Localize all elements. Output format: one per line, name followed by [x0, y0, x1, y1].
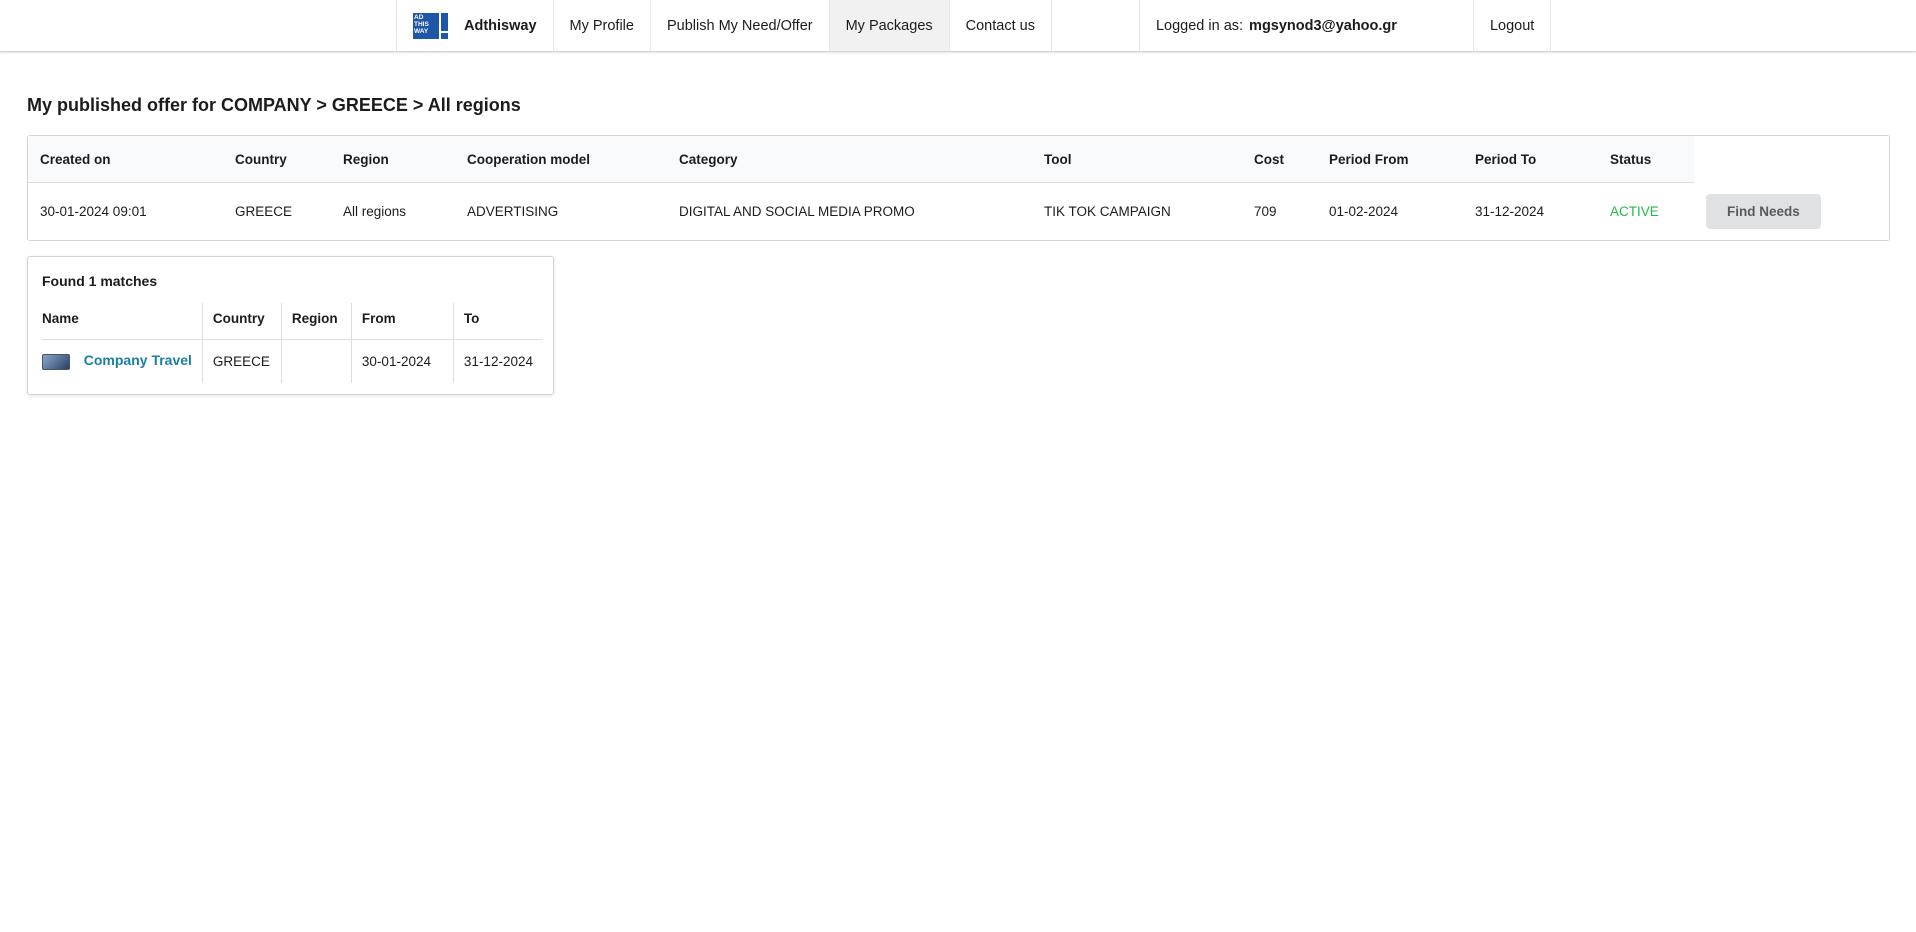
col-cost: Cost [1242, 136, 1317, 183]
cell-cost: 709 [1254, 204, 1277, 219]
match-col-country: Country [201, 303, 282, 340]
offer-table: Created on Country Region Cooperation mo… [28, 136, 1833, 240]
match-cell-from: 30-01-2024 [350, 339, 454, 383]
menu-spacer [1050, 0, 1139, 51]
col-tool: Tool [1032, 136, 1242, 183]
matches-card: Found 1 matches Name Country Region From… [27, 256, 554, 395]
logo-square: AD THIS WAY [413, 12, 439, 39]
cell-action: Find Needs [1694, 183, 1833, 241]
offer-table-container: Created on Country Region Cooperation mo… [27, 135, 1890, 241]
col-created-on: Created on [28, 136, 223, 183]
page-title: My published offer for COMPANY > GREECE … [27, 95, 521, 115]
logged-in-email: mgsynod3@yahoo.gr [1249, 17, 1397, 34]
match-cell-name: Company Travel [42, 339, 202, 383]
col-category: Category [667, 136, 1032, 183]
cell-cooperation-model: ADVERTISING [467, 204, 559, 219]
match-col-from: From [350, 303, 454, 340]
adthisway-logo-icon: AD THIS WAY [413, 12, 449, 39]
col-country: Country [223, 136, 331, 183]
cell-category: DIGITAL AND SOCIAL MEDIA PROMO [679, 204, 915, 219]
logo-dot [441, 32, 448, 39]
cell-created-on: 30-01-2024 09:01 [40, 204, 147, 219]
brand-name: Adthisway [464, 17, 537, 34]
offer-table-row: 30-01-2024 09:01 GREECE All regions ADVE… [28, 183, 1833, 241]
match-cell-country: GREECE [201, 339, 282, 383]
col-period-from: Period From [1317, 136, 1463, 183]
find-needs-button[interactable]: Find Needs [1706, 193, 1821, 229]
nav-publish-need-offer[interactable]: Publish My Need/Offer [649, 0, 829, 51]
col-cooperation-model: Cooperation model [455, 136, 667, 183]
col-status: Status [1598, 136, 1694, 183]
logged-in-info: Logged in as: mgsynod3@yahoo.gr [1138, 0, 1473, 51]
nav-my-packages[interactable]: My Packages [828, 0, 949, 51]
match-cell-region [280, 339, 352, 383]
nav-my-profile[interactable]: My Profile [552, 0, 650, 51]
company-travel-link[interactable]: Company Travel [84, 352, 192, 368]
cell-region: All regions [343, 204, 407, 219]
matches-found-label: Found 1 matches [42, 273, 158, 289]
cell-period-to: 31-12-2024 [1475, 204, 1545, 219]
match-cell-to: 31-12-2024 [452, 339, 543, 383]
match-col-name: Name [42, 303, 203, 340]
cell-tool: TIK TOK CAMPAIGN [1044, 204, 1171, 219]
logged-in-label: Logged in as: [1155, 17, 1244, 34]
col-period-to: Period To [1463, 136, 1598, 183]
main-menu: AD THIS WAY Adthisway My Profile Publish M… [396, 0, 1552, 51]
match-col-to: To [452, 303, 543, 340]
col-region: Region [331, 136, 455, 183]
status-badge: ACTIVE [1610, 204, 1659, 219]
top-menu-bar: AD THIS WAY Adthisway My Profile Publish M… [0, 0, 1916, 52]
cell-country: GREECE [235, 204, 293, 219]
offer-table-header-row: Created on Country Region Cooperation mo… [28, 136, 1833, 183]
matches-table: Name Country Region From To Company Trav… [42, 303, 543, 383]
brand-home-link[interactable]: AD THIS WAY Adthisway [396, 0, 553, 51]
company-thumbnail-image [42, 353, 70, 370]
logo-bar [441, 12, 448, 31]
col-action [1694, 136, 1833, 183]
cell-period-from: 01-02-2024 [1329, 204, 1399, 219]
logout-link[interactable]: Logout [1472, 0, 1552, 51]
matches-header-row: Name Country Region From To [42, 303, 543, 340]
nav-contact-us[interactable]: Contact us [948, 0, 1051, 51]
match-col-region: Region [280, 303, 352, 340]
table-row: Company Travel GREECE 30-01-2024 31-12-2… [42, 339, 543, 383]
